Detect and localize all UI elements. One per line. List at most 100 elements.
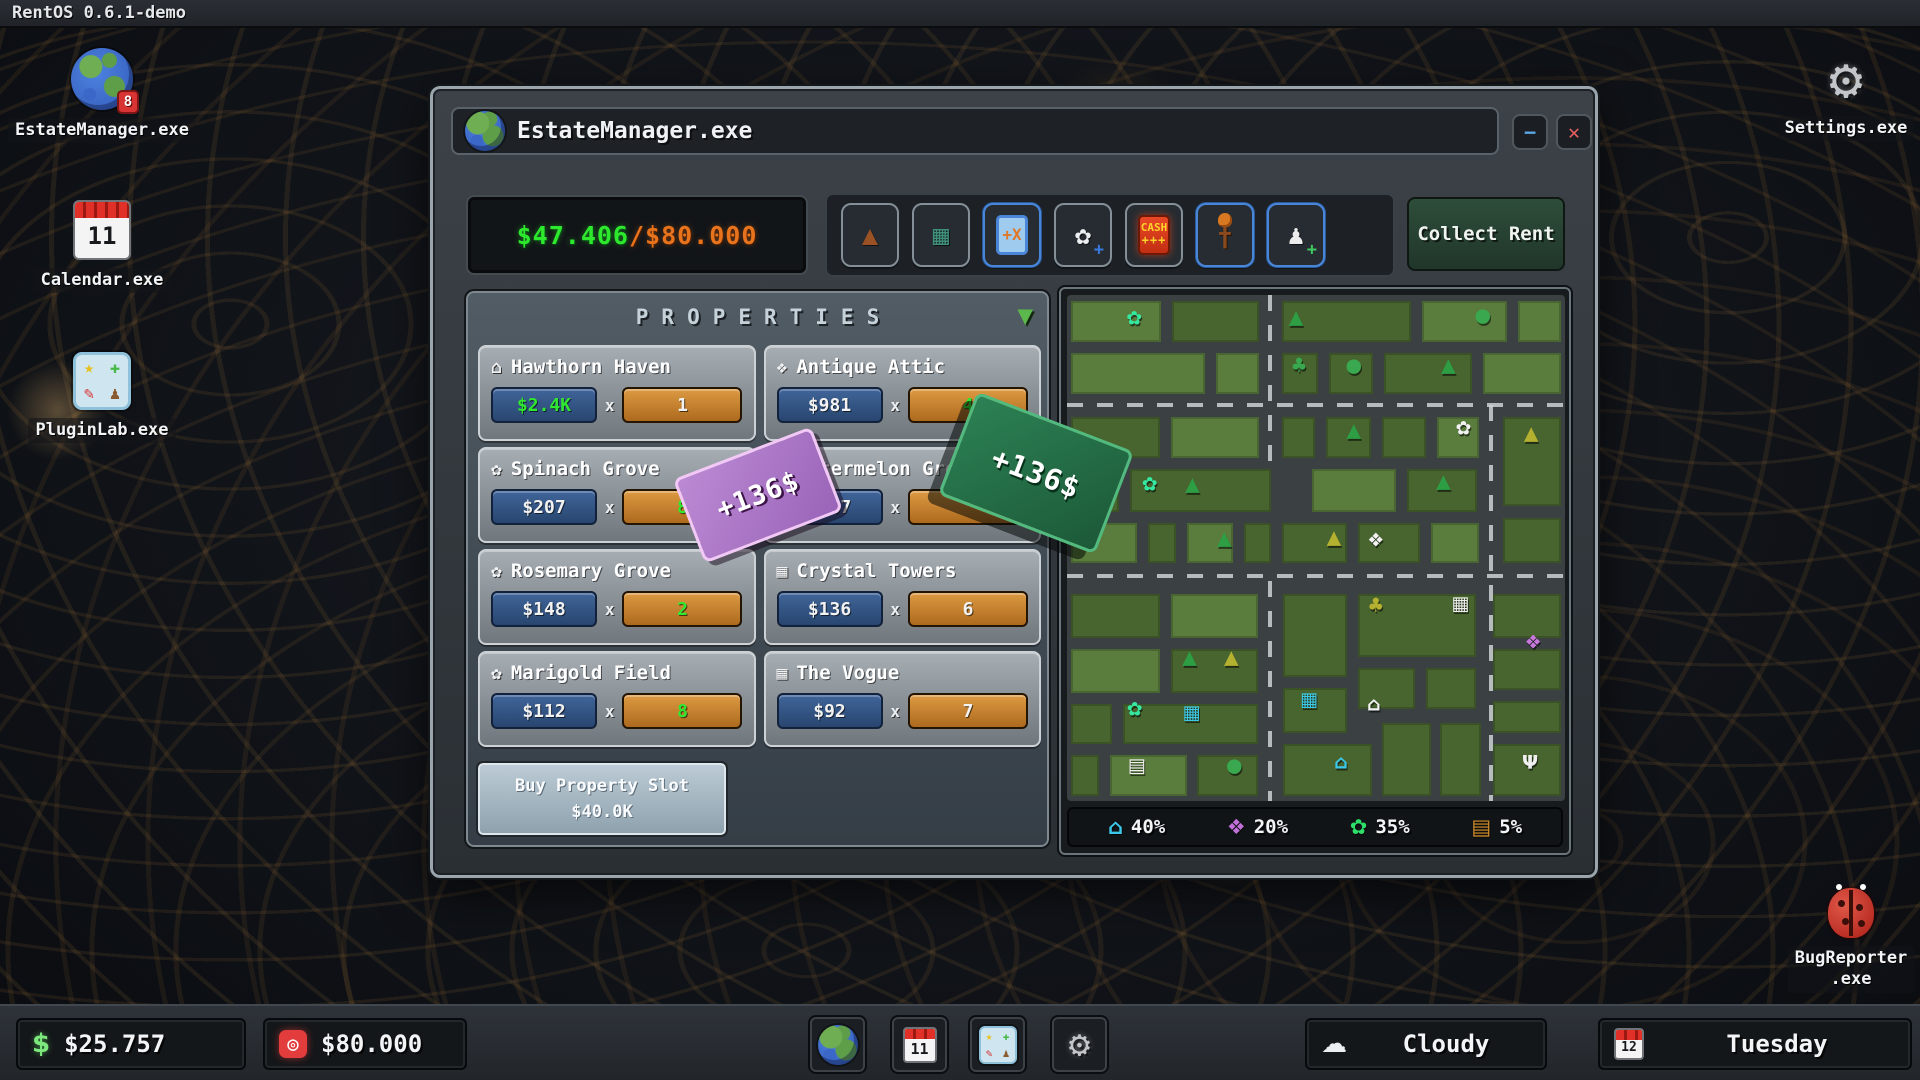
icon-label: BugReporter .exe	[1788, 946, 1915, 993]
map-parcel[interactable]	[1148, 523, 1176, 563]
tray-estate-manager[interactable]	[810, 1017, 865, 1072]
map-stat-ledger: ▤5%	[1471, 815, 1522, 839]
map-parcel[interactable]	[1171, 417, 1260, 457]
toolbar-scarecrow-tool-button[interactable]: †	[1196, 203, 1254, 267]
map-parcel[interactable]	[1071, 301, 1161, 341]
collect-rent-button[interactable]: Collect Rent	[1407, 197, 1565, 271]
tray-settings[interactable]: ⚙	[1052, 1017, 1107, 1072]
globe-icon	[818, 1025, 858, 1065]
toolbar-plant-add-tool-button[interactable]: ✿+	[1054, 203, 1112, 267]
price-button[interactable]: $981	[777, 387, 883, 423]
map-parcel[interactable]	[1503, 518, 1561, 564]
toolbar-tenant-add-tool-button[interactable]: ♟+	[1267, 203, 1325, 267]
filter-funnel-icon[interactable]: ▼	[1017, 301, 1033, 331]
map-parcel[interactable]	[1483, 353, 1561, 394]
property-card[interactable]: ✿Rosemary Grove$148x2	[478, 549, 756, 645]
property-card[interactable]: ⌂Hawthorn Haven$2.4Kx1	[478, 345, 756, 441]
funds-current: $47.406	[517, 221, 629, 250]
map-parcel[interactable]	[1283, 594, 1347, 677]
map-parcel[interactable]	[1312, 469, 1396, 512]
map-parcel[interactable]	[1422, 301, 1508, 341]
desktop-icon-plugin-lab[interactable]: ★✚ ✎♟ PluginLab.exe	[22, 352, 182, 443]
map-parcel[interactable]	[1493, 649, 1561, 689]
map-parcel[interactable]	[1071, 704, 1112, 744]
map-parcel[interactable]	[1216, 353, 1259, 394]
map-parcel[interactable]	[1426, 668, 1477, 708]
notification-badge: 8	[117, 90, 139, 114]
globe-icon	[465, 111, 505, 151]
close-button[interactable]: ✕	[1556, 114, 1592, 150]
desktop-icon-bug-reporter[interactable]: BugReporter .exe	[1776, 888, 1920, 993]
map-marker-plant-teal-icon: ✿	[1142, 475, 1158, 494]
map-marker-plant-white-icon: ✿	[1455, 420, 1471, 439]
map-marker-tree-round-icon: ●	[1226, 756, 1243, 775]
map-parcel[interactable]	[1382, 723, 1431, 796]
multiply-symbol: x	[605, 498, 615, 517]
city-map[interactable]: ✿▲●♣●▲▲✿▲✿▲▲▲▲❖♣▦❖▲▲✿▦▦⌂▤●⌂Ψ	[1067, 295, 1565, 801]
map-parcel[interactable]	[1431, 523, 1480, 563]
count-button[interactable]: 7	[908, 693, 1028, 729]
basket-icon: ❖	[1227, 815, 1246, 839]
map-parcel[interactable]	[1071, 649, 1160, 693]
map-parcel[interactable]	[1493, 701, 1561, 733]
property-card[interactable]: ✿Marigold Field$112x8	[478, 651, 756, 747]
map-stat-house: ⌂40%	[1108, 815, 1165, 839]
toolbar-cabin-tool-button[interactable]: ▲	[841, 203, 899, 267]
count-button[interactable]: 8	[622, 693, 742, 729]
count-button[interactable]: 1	[622, 387, 742, 423]
map-marker-tree-round-icon: ●	[1346, 356, 1363, 375]
price-button[interactable]: $136	[777, 591, 883, 627]
price-button[interactable]: $92	[777, 693, 883, 729]
property-card-grid: ⌂Hawthorn Haven$2.4Kx1❖Antique Attic$981…	[478, 345, 1041, 747]
calendar-icon: 11	[903, 1027, 937, 1063]
road-centerline	[1268, 581, 1272, 801]
toolbar-market-machine-tool-button[interactable]: ▦	[912, 203, 970, 267]
properties-header: PROPERTIES	[468, 305, 1047, 329]
stat-value: 40%	[1131, 816, 1165, 838]
count-button[interactable]: 6	[908, 591, 1028, 627]
multiply-symbol: x	[890, 702, 900, 721]
map-marker-pine-icon: ▲	[1289, 308, 1304, 327]
desktop-icon-estate-manager[interactable]: 8 EstateManager.exe	[22, 48, 182, 143]
map-parcel[interactable]	[1244, 523, 1271, 563]
map-parcel[interactable]	[1071, 594, 1160, 639]
map-parcel[interactable]	[1071, 755, 1099, 795]
map-parcel[interactable]	[1382, 417, 1426, 457]
price-button[interactable]: $207	[491, 489, 597, 525]
cloud-icon: ☁	[1321, 1031, 1347, 1057]
window-title: EstateManager.exe	[517, 118, 752, 144]
taskbar-money: $ $25.757	[16, 1018, 246, 1070]
property-card[interactable]: ▦Crystal Towers$136x6	[764, 549, 1042, 645]
buy-property-slot-button[interactable]: Buy Property Slot $40.0K	[478, 763, 726, 835]
map-parcel[interactable]	[1110, 755, 1187, 795]
tray-plugin-lab[interactable]: ★✚ ✎♟	[970, 1017, 1025, 1072]
minimize-button[interactable]: −	[1512, 114, 1548, 150]
property-name: Antique Attic	[796, 356, 945, 378]
desktop-icon-settings[interactable]: ⚙ Settings.exe	[1766, 52, 1920, 141]
road-centerline	[1489, 405, 1493, 801]
map-stat-basket: ❖20%	[1227, 815, 1288, 839]
toolbar-multiplier-card-tool-button[interactable]: +X	[983, 203, 1041, 267]
map-parcel[interactable]	[1172, 301, 1260, 341]
map-parcel[interactable]	[1282, 417, 1315, 457]
price-button[interactable]: $2.4K	[491, 387, 597, 423]
toolbar-cash-card-tool-button[interactable]: CASH+++	[1125, 203, 1183, 267]
desktop-icon-calendar[interactable]: 11 Calendar.exe	[22, 200, 182, 293]
map-parcel[interactable]	[1384, 353, 1473, 394]
tray-calendar[interactable]: 11	[892, 1017, 947, 1072]
map-parcel[interactable]	[1071, 353, 1205, 394]
price-button[interactable]: $148	[491, 591, 597, 627]
window-titlebar[interactable]: EstateManager.exe	[451, 107, 1499, 155]
count-button[interactable]: 2	[622, 591, 742, 627]
plugin-grid-icon: ★✚ ✎♟	[73, 352, 131, 410]
funds-display: $47.406/$80.000	[466, 195, 808, 275]
map-parcel[interactable]	[1440, 723, 1482, 796]
property-card[interactable]: ▦The Vogue$92x7	[764, 651, 1042, 747]
plugin-grid-icon: ★✚ ✎♟	[979, 1026, 1017, 1064]
map-marker-pine-icon: ▲	[1436, 473, 1451, 492]
price-button[interactable]: $112	[491, 693, 597, 729]
map-parcel[interactable]	[1518, 301, 1561, 341]
map-marker-pine-icon: ▲	[1182, 649, 1197, 668]
map-parcel[interactable]	[1283, 744, 1372, 796]
map-parcel[interactable]	[1171, 594, 1259, 639]
